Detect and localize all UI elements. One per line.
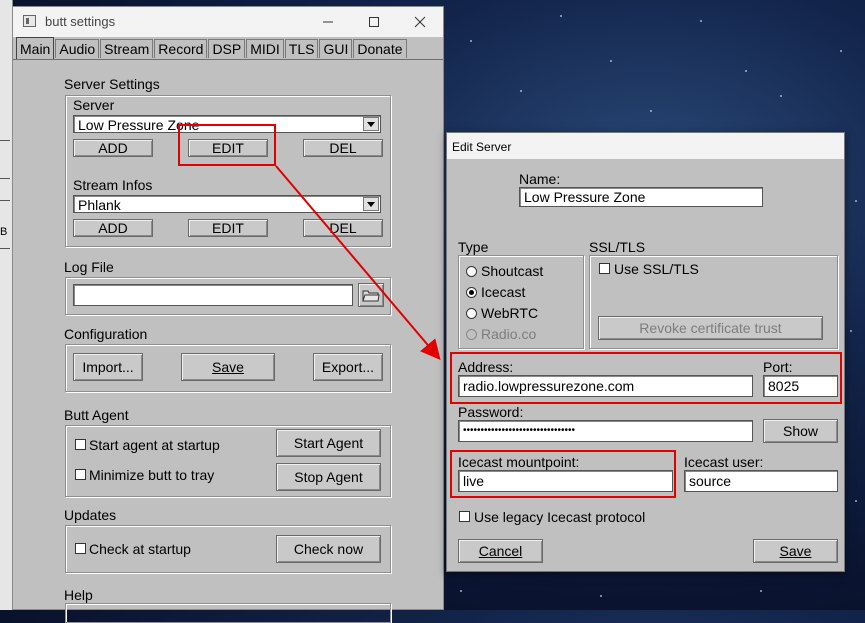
arrow-icon	[275, 165, 441, 361]
annotation-arrow	[275, 165, 441, 361]
